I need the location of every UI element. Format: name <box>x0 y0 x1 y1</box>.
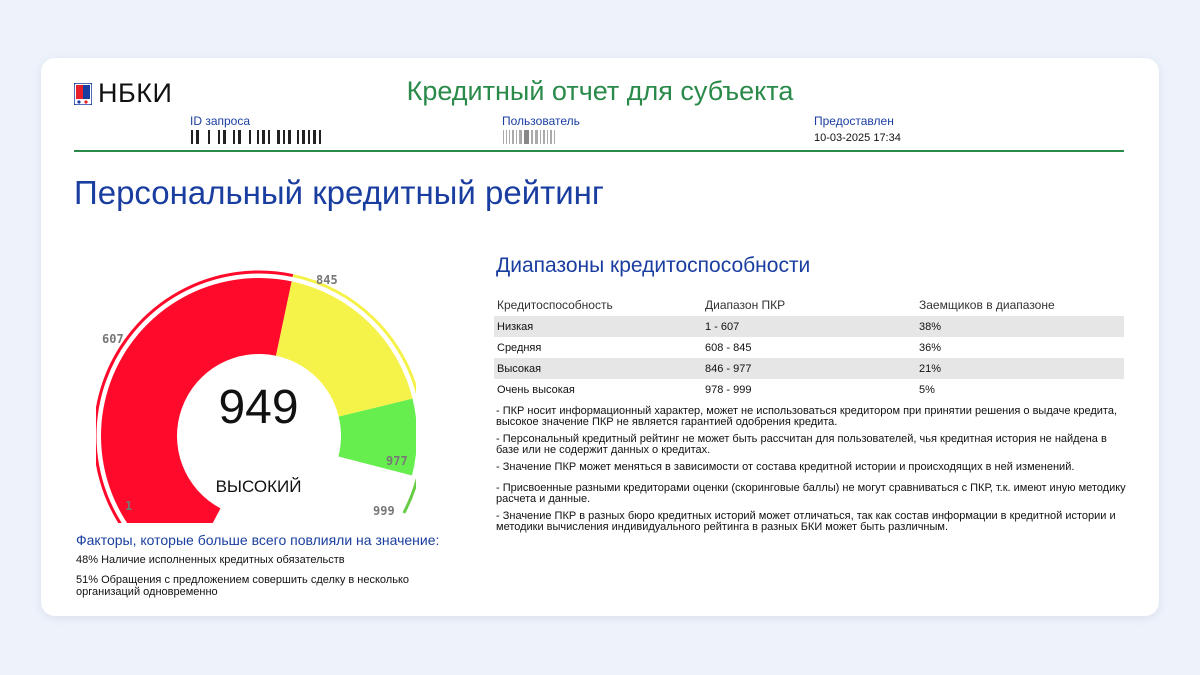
ranges-header-row: Кредитоспособность Диапазон ПКР Заемщико… <box>494 294 1124 316</box>
ranges-table: Кредитоспособность Диапазон ПКР Заемщико… <box>494 294 1124 400</box>
user-redacted <box>503 130 557 144</box>
table-cell: 608 - 845 <box>705 341 752 354</box>
table-row: Средняя 608 - 845 36% <box>494 337 1124 358</box>
note-item: - ПКР носит информационный характер, мож… <box>496 405 1117 428</box>
note-item: - Присвоенные разными кредиторами оценки… <box>496 482 1126 505</box>
column-header: Заемщиков в диапазоне <box>919 298 1055 312</box>
table-row: Очень высокая 978 - 999 5% <box>494 379 1124 400</box>
column-header: Кредитоспособность <box>497 298 613 312</box>
ranges-title: Диапазоны кредитоспособности <box>496 254 811 277</box>
report-card: НБКИ Кредитный отчет для субъекта ID зап… <box>41 58 1159 616</box>
page-title: Персональный кредитный рейтинг <box>74 174 604 211</box>
table-cell: Высокая <box>494 358 702 379</box>
factors-title: Факторы, которые больше всего повлияли н… <box>76 532 440 548</box>
table-cell: 5% <box>919 383 935 396</box>
table-row: Низкая 1 - 607 38% <box>494 316 1124 337</box>
gauge-tick-label: 845 <box>316 273 338 287</box>
table-cell: Средняя <box>497 341 542 354</box>
table-cell: 1 - 607 <box>702 316 916 337</box>
request-id-redacted <box>191 130 324 144</box>
provided-label: Предоставлен <box>814 114 894 128</box>
request-id-label: ID запроса <box>190 114 251 128</box>
table-cell: 978 - 999 <box>705 383 752 396</box>
credit-score-value: 949 <box>218 381 299 434</box>
gauge-tick-label: 1 <box>125 499 132 513</box>
table-row: Высокая 846 - 977 21% <box>494 358 1124 379</box>
factor-item: 48% Наличие исполненных кредитных обязат… <box>76 554 345 566</box>
table-cell: 38% <box>916 316 1124 337</box>
column-header: Диапазон ПКР <box>705 298 786 312</box>
note-item: - Персональный кредитный рейтинг не може… <box>496 433 1107 456</box>
table-cell: Очень высокая <box>497 383 575 396</box>
factor-item: 51% Обращения с предложением совершить с… <box>76 574 410 598</box>
note-item: - Значение ПКР может меняться в зависимо… <box>496 461 1075 473</box>
notes: - ПКР носит информационный характер, мож… <box>496 406 1126 539</box>
header-divider <box>74 150 1124 152</box>
gauge-tick-label: 607 <box>102 332 124 346</box>
provided-value: 10-03-2025 17:34 <box>814 132 901 144</box>
credit-score-rating: ВЫСОКИЙ <box>215 477 302 496</box>
report-title: Кредитный отчет для субъекта <box>406 76 794 106</box>
table-cell: 21% <box>916 358 1124 379</box>
table-cell: Низкая <box>494 316 702 337</box>
note-item: - Значение ПКР в разных бюро кредитных и… <box>496 510 1116 533</box>
user-label: Пользователь <box>502 114 580 128</box>
table-cell: 846 - 977 <box>702 358 916 379</box>
gauge-tick-label: 977 <box>386 454 408 468</box>
table-cell: 36% <box>919 341 942 354</box>
gauge-tick-label: 999 <box>373 504 395 518</box>
